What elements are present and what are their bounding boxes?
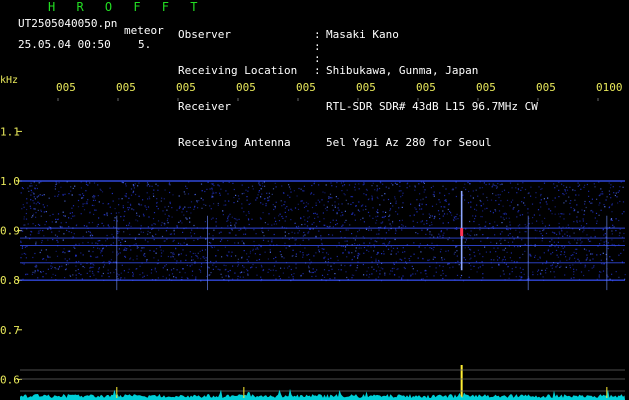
time-label: 005 [356,81,376,94]
time-label: 005 [536,81,556,94]
time-label: 005 [476,81,496,94]
freq-label: 0.9 [0,225,20,238]
time-label: 005 [416,81,436,94]
freq-label: 0.6 [0,373,20,386]
time-label: 005 [236,81,256,94]
signal-trace [20,388,625,400]
freq-label: 0.8 [0,274,20,287]
meteor-echo-head [460,228,464,237]
time-label: 0100 [596,81,623,94]
noise-band [20,181,626,282]
time-label: 005 [116,81,136,94]
freq-label: 1.1 [0,125,20,138]
time-label: 005 [176,81,196,94]
time-label: 005 [296,81,316,94]
spectrogram: 005 005 005 005 005 005 005 005 005 0100 1.1 1.0 0.9… [0,81,626,400]
time-label: 005 [56,81,76,94]
freq-label: 1.0 [0,175,20,188]
freq-label: 0.7 [0,324,20,337]
